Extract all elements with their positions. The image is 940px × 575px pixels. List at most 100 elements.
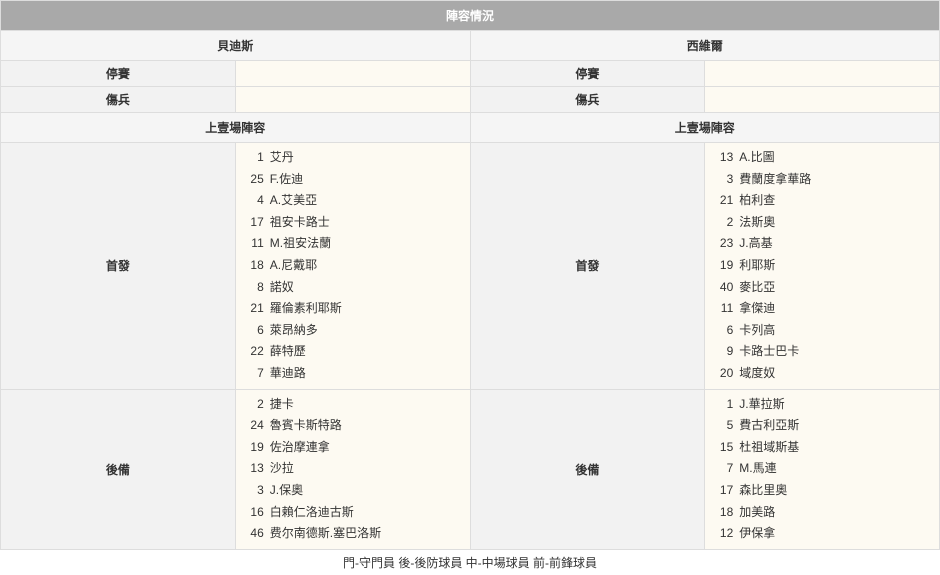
player-row: 3費蘭度拿華路 bbox=[713, 169, 931, 191]
player-name: 諾奴 bbox=[270, 280, 294, 294]
player-number: 13 bbox=[244, 458, 264, 480]
player-name: 费尔南德斯.塞巴洛斯 bbox=[270, 526, 381, 540]
player-name: 沙拉 bbox=[270, 461, 294, 475]
player-number: 6 bbox=[244, 320, 264, 342]
player-row: 46 费尔南德斯.塞巴洛斯 bbox=[244, 523, 462, 545]
player-row: 5 費古利亞斯 bbox=[713, 415, 931, 437]
player-row: 1J.華拉斯 bbox=[713, 394, 931, 416]
home-suspended-value bbox=[235, 61, 470, 87]
player-number: 17 bbox=[713, 480, 733, 502]
player-row: 9 卡路士巴卡 bbox=[713, 341, 931, 363]
player-row: 17祖安卡路士 bbox=[244, 212, 462, 234]
player-name: 麥比亞 bbox=[739, 280, 775, 294]
player-name: 拿傑迪 bbox=[739, 301, 775, 315]
away-starters-label: 首發 bbox=[470, 143, 705, 390]
player-row: 16白賴仁洛迪古斯 bbox=[244, 502, 462, 524]
home-injured-label: 傷兵 bbox=[1, 87, 236, 113]
home-subs-list: 2捷卡24魯賓卡斯特路19佐治摩連拿13沙拉3J.保奧16白賴仁洛迪古斯46费尔… bbox=[244, 394, 462, 545]
player-row: 20 域度奴 bbox=[713, 363, 931, 385]
player-number: 5 bbox=[713, 415, 733, 437]
player-name: 萊昂納多 bbox=[270, 323, 318, 337]
away-team-name: 西維爾 bbox=[470, 31, 940, 61]
home-injured-value bbox=[235, 87, 470, 113]
home-starters-list: 1艾丹25 F.佐迪 4A.艾美亞17祖安卡路士11 M.祖安法蘭 18 A.尼戴耶 8 諾奴… bbox=[244, 147, 462, 385]
player-number: 23 bbox=[713, 233, 733, 255]
table-title: 陣容情況 bbox=[1, 1, 940, 31]
player-name: 柏利查 bbox=[739, 193, 775, 207]
player-row: 12 伊保拿 bbox=[713, 523, 931, 545]
player-name: 羅倫素利耶斯 bbox=[270, 301, 342, 315]
player-name: 杜祖域斯基 bbox=[739, 440, 799, 454]
away-subs-list: 1J.華拉斯5費古利亞斯15杜祖域斯基7M.馬連17森比里奧18加美路12伊保拿 bbox=[713, 394, 931, 545]
player-name: 卡路士巴卡 bbox=[739, 344, 799, 358]
player-row: 2 法斯奧 bbox=[713, 212, 931, 234]
player-number: 13 bbox=[713, 147, 733, 169]
player-number: 19 bbox=[244, 437, 264, 459]
player-row: 19 利耶斯 bbox=[713, 255, 931, 277]
player-number: 11 bbox=[244, 233, 264, 255]
player-name: 佐治摩連拿 bbox=[270, 440, 330, 454]
player-number: 6 bbox=[713, 320, 733, 342]
player-row: 40 麥比亞 bbox=[713, 277, 931, 299]
player-row: 13 沙拉 bbox=[244, 458, 462, 480]
player-number: 8 bbox=[244, 277, 264, 299]
player-name: A.比圖 bbox=[739, 150, 774, 164]
player-name: 薛特歷 bbox=[270, 344, 306, 358]
player-name: 費古利亞斯 bbox=[739, 418, 799, 432]
player-row: 6卡列高 bbox=[713, 320, 931, 342]
player-row: 2捷卡 bbox=[244, 394, 462, 416]
player-number: 16 bbox=[244, 502, 264, 524]
player-number: 18 bbox=[713, 502, 733, 524]
player-name: 域度奴 bbox=[739, 366, 775, 380]
player-number: 3 bbox=[713, 169, 733, 191]
player-number: 21 bbox=[713, 190, 733, 212]
player-name: A.艾美亞 bbox=[270, 193, 317, 207]
player-number: 46 bbox=[244, 523, 264, 545]
home-team-name: 貝迪斯 bbox=[1, 31, 471, 61]
player-name: 祖安卡路士 bbox=[270, 215, 330, 229]
player-row: 3J.保奧 bbox=[244, 480, 462, 502]
player-row: 6 萊昂納多 bbox=[244, 320, 462, 342]
away-starters-list: 13A.比圖3費蘭度拿華路21柏利查2法斯奧23J.高基19利耶斯40麥比亞11… bbox=[713, 147, 931, 385]
player-number: 2 bbox=[713, 212, 733, 234]
player-row: 21 羅倫素利耶斯 bbox=[244, 298, 462, 320]
home-last-lineup-header: 上壹場陣容 bbox=[1, 113, 471, 143]
player-number: 25 bbox=[244, 169, 264, 191]
player-row: 13 A.比圖 bbox=[713, 147, 931, 169]
away-last-lineup-header: 上壹場陣容 bbox=[470, 113, 940, 143]
player-row: 21 柏利查 bbox=[713, 190, 931, 212]
player-number: 7 bbox=[244, 363, 264, 385]
player-number: 21 bbox=[244, 298, 264, 320]
player-name: A.尼戴耶 bbox=[270, 258, 317, 272]
player-number: 40 bbox=[713, 277, 733, 299]
player-name: F.佐迪 bbox=[270, 172, 303, 186]
player-name: M.馬連 bbox=[739, 461, 776, 475]
player-name: 利耶斯 bbox=[739, 258, 775, 272]
player-name: M.祖安法蘭 bbox=[270, 236, 331, 250]
home-subs-label: 後備 bbox=[1, 389, 236, 549]
player-name: J.保奧 bbox=[270, 483, 303, 497]
player-row: 17森比里奧 bbox=[713, 480, 931, 502]
player-row: 7 M.馬連 bbox=[713, 458, 931, 480]
player-row: 7華迪路 bbox=[244, 363, 462, 385]
player-name: 伊保拿 bbox=[739, 526, 775, 540]
player-number: 19 bbox=[713, 255, 733, 277]
player-row: 22薛特歷 bbox=[244, 341, 462, 363]
player-number: 18 bbox=[244, 255, 264, 277]
player-name: 法斯奧 bbox=[739, 215, 775, 229]
player-number: 12 bbox=[713, 523, 733, 545]
player-row: 1艾丹 bbox=[244, 147, 462, 169]
player-row: 4A.艾美亞 bbox=[244, 190, 462, 212]
player-number: 11 bbox=[713, 298, 733, 320]
position-legend: 門-守門員 後-後防球員 中-中場球員 前-前鋒球員 bbox=[0, 550, 940, 575]
player-row: 11 M.祖安法蘭 bbox=[244, 233, 462, 255]
player-number: 20 bbox=[713, 363, 733, 385]
home-starters-label: 首發 bbox=[1, 143, 236, 390]
away-suspended-value bbox=[705, 61, 940, 87]
player-number: 7 bbox=[713, 458, 733, 480]
player-name: J.華拉斯 bbox=[739, 397, 784, 411]
away-injured-label: 傷兵 bbox=[470, 87, 705, 113]
player-number: 15 bbox=[713, 437, 733, 459]
player-number: 9 bbox=[713, 341, 733, 363]
player-row: 25 F.佐迪 bbox=[244, 169, 462, 191]
